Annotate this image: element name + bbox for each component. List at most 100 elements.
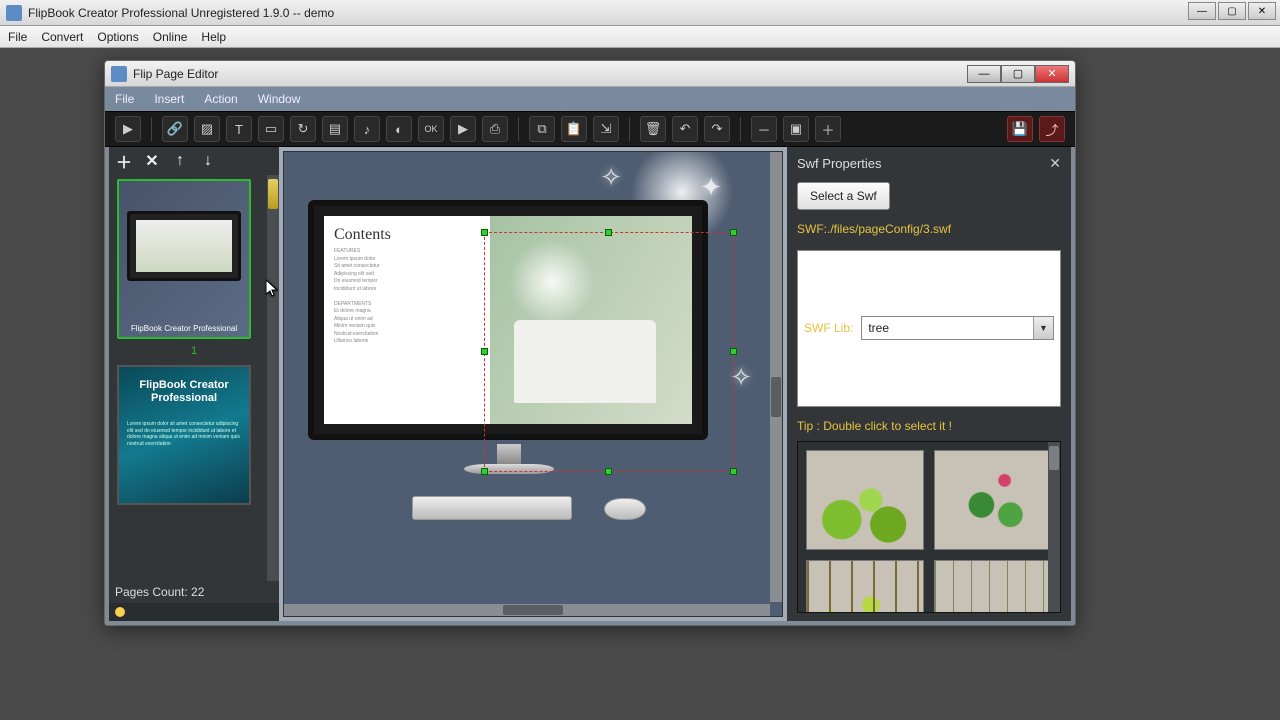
swf-lib-value: tree [868,321,889,335]
canvas-hscrollbar[interactable] [284,604,770,616]
menu-help[interactable]: Help [201,30,226,44]
swf-tile[interactable] [934,560,1052,614]
resize-handle-w[interactable] [481,348,488,355]
page-move-up-icon[interactable]: ↑ [171,152,189,170]
pages-toolbar: ＋ ✕ ↑ ↓ [109,147,279,175]
editor-menu-action[interactable]: Action [204,92,237,106]
tool-zoom-out-icon[interactable]: － [751,116,777,142]
swf-path-label: SWF:./files/pageConfig/3.swf [797,222,1061,236]
menu-convert[interactable]: Convert [41,30,83,44]
page-thumb-1[interactable]: FlipBook Creator Professional [117,179,251,339]
outer-client-area: Flip Page Editor — ▢ ✕ File Insert Actio… [0,48,1280,720]
tool-zoom-in-icon[interactable]: ＋ [815,116,841,142]
outer-close-button[interactable]: ✕ [1248,2,1276,20]
page-number: 1 [117,345,271,357]
keyboard-graphic [412,496,572,520]
tool-paste-style-icon[interactable]: ⇲ [593,116,619,142]
outer-minimize-button[interactable]: — [1188,2,1216,20]
tool-flash-icon[interactable]: ◐ [386,116,412,142]
select-swf-button[interactable]: Select a Swf [797,182,890,210]
tool-undo-icon[interactable]: ↶ [672,116,698,142]
outer-titlebar: FlipBook Creator Professional Unregister… [0,0,1280,26]
tool-zoom-fit-icon[interactable]: ▣ [783,116,809,142]
outer-window-controls: — ▢ ✕ [1188,2,1276,20]
canvas[interactable]: ✦ ✧ ✦ ✧ Contents FEATURESLorem ipsum dol… [283,151,783,617]
canvas-vscrollbar[interactable] [770,152,782,602]
menu-file[interactable]: File [8,30,27,44]
pages-scrollbar[interactable] [267,175,279,581]
pages-sidebar: ＋ ✕ ↑ ↓ FlipBook Creator Professional 1 … [109,147,279,621]
menu-options[interactable]: Options [97,30,138,44]
tool-save-exit-icon[interactable]: ⤴ [1039,116,1065,142]
tool-shape-icon[interactable]: ▭ [258,116,284,142]
swf-tile[interactable] [934,450,1052,550]
resize-handle-sw[interactable] [481,468,488,475]
page-thumb-2[interactable]: FlipBook Creator Professional Lorem ipsu… [117,365,251,505]
editor-window-controls: — ▢ ✕ [967,65,1069,83]
canvas-hscroll-thumb[interactable] [503,605,563,615]
editor-title: Flip Page Editor [133,67,967,81]
page-move-down-icon[interactable]: ↓ [199,152,217,170]
toolbar-separator [629,117,630,141]
tool-paste-icon[interactable]: 📋 [561,116,587,142]
outer-maximize-button[interactable]: ▢ [1218,2,1246,20]
app-window: FlipBook Creator Professional Unregister… [0,0,1280,720]
tool-print-icon[interactable]: ⎙ [482,116,508,142]
toolbar-separator [740,117,741,141]
page-add-icon[interactable]: ＋ [115,152,133,170]
swf-tile[interactable] [806,560,924,614]
properties-panel: Swf Properties ✕ Select a Swf SWF:./file… [787,147,1071,621]
editor-menu-window[interactable]: Window [258,92,301,106]
properties-close-icon[interactable]: ✕ [1049,155,1061,172]
editor-menu-insert[interactable]: Insert [154,92,184,106]
editor-titlebar[interactable]: Flip Page Editor — ▢ ✕ [105,61,1075,87]
resize-handle-nw[interactable] [481,229,488,236]
outer-menubar: File Convert Options Online Help [0,26,1280,48]
resize-handle-ne[interactable] [730,229,737,236]
editor-minimize-button[interactable]: — [967,65,1001,83]
tool-swf-icon[interactable]: ↻ [290,116,316,142]
resize-handle-se[interactable] [730,468,737,475]
sparkle-icon: ✧ [600,162,622,193]
page-remove-icon[interactable]: ✕ [143,152,161,170]
chevron-down-icon[interactable]: ▼ [1033,317,1053,339]
tool-link-icon[interactable]: 🔗 [162,116,188,142]
toolbar-separator [518,117,519,141]
editor-menu-file[interactable]: File [115,92,134,106]
selection-box[interactable] [484,232,734,472]
hint-bar [109,603,279,621]
tool-sound-icon[interactable]: ♪ [354,116,380,142]
tool-delete-icon[interactable]: 🗑 [640,116,666,142]
tool-pointer-icon[interactable]: ▶ [115,116,141,142]
editor-window: Flip Page Editor — ▢ ✕ File Insert Actio… [104,60,1076,626]
editor-body: ＋ ✕ ↑ ↓ FlipBook Creator Professional 1 … [105,147,1075,625]
editor-icon [111,66,127,82]
gallery-scroll-thumb[interactable] [1049,446,1059,470]
editor-maximize-button[interactable]: ▢ [1001,65,1035,83]
tool-text-icon[interactable]: T [226,116,252,142]
thumb-caption: FlipBook Creator Professional [123,324,245,333]
tool-save-icon[interactable]: 💾 [1007,116,1033,142]
swf-tile[interactable] [806,450,924,550]
pages-scroll-thumb[interactable] [268,179,278,209]
mouse-graphic [604,498,646,520]
menu-online[interactable]: Online [153,30,188,44]
editor-close-button[interactable]: ✕ [1035,65,1069,83]
tool-youtube-icon[interactable]: ▶ [450,116,476,142]
resize-handle-n[interactable] [605,229,612,236]
tool-image-icon[interactable]: ▨ [194,116,220,142]
sparkle-icon: ✦ [700,172,722,203]
resize-handle-s[interactable] [605,468,612,475]
tool-redo-icon[interactable]: ↷ [704,116,730,142]
tool-video-icon[interactable]: ▤ [322,116,348,142]
swf-tip-label: Tip : Double click to select it ! [797,419,1061,433]
gallery-scrollbar[interactable] [1048,442,1060,613]
swf-lib-combobox[interactable]: tree ▼ [861,316,1054,340]
swf-lib-label: SWF Lib: [804,321,853,335]
tool-copy-icon[interactable]: ⧉ [529,116,555,142]
app-icon [6,5,22,21]
canvas-vscroll-thumb[interactable] [771,377,781,417]
properties-title: Swf Properties [797,156,1049,171]
tool-button-icon[interactable]: OK [418,116,444,142]
resize-handle-e[interactable] [730,348,737,355]
